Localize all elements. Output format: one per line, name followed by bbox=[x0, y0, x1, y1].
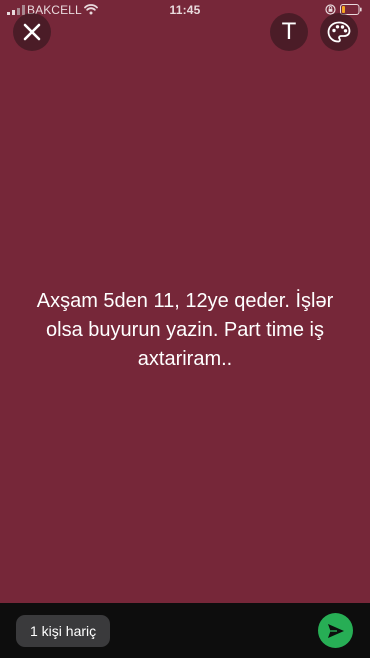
send-button[interactable] bbox=[318, 613, 353, 648]
palette-icon bbox=[327, 21, 351, 43]
status-time: 11:45 bbox=[169, 3, 201, 17]
audience-selector[interactable]: 1 kişi hariç bbox=[16, 615, 111, 647]
text-tool-button[interactable]: T bbox=[270, 13, 308, 51]
color-palette-button[interactable] bbox=[320, 13, 358, 51]
bottom-bar: 1 kişi hariç bbox=[0, 603, 370, 658]
close-icon bbox=[23, 23, 41, 41]
status-bar: BAKCELL 11:45 bbox=[0, 0, 370, 20]
send-icon bbox=[327, 623, 344, 638]
text-tool-label: T bbox=[281, 18, 297, 45]
close-button[interactable] bbox=[13, 13, 51, 51]
story-text[interactable]: Axşam 5den 11, 12ye qeder. İşlər olsa bu… bbox=[20, 287, 350, 374]
